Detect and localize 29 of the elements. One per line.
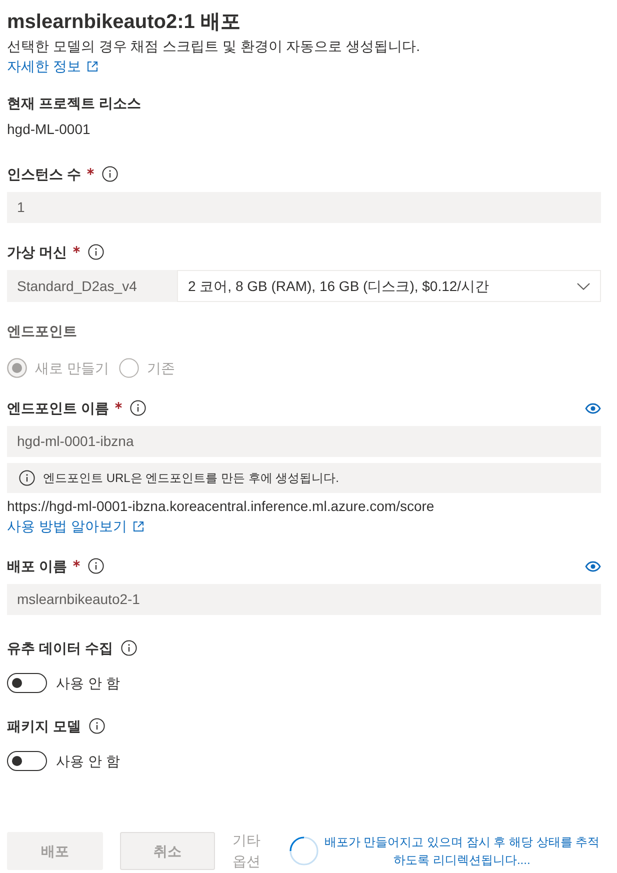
field-label: 가상 머신 [7, 243, 67, 262]
external-link-icon [86, 60, 98, 72]
field-label: 인스턴스 수 [7, 165, 81, 184]
field-label: 엔드포인트 [7, 322, 77, 341]
field-label: 패키지 모델 [7, 717, 81, 736]
external-link-icon [132, 520, 144, 532]
toggle-switch[interactable] [7, 673, 47, 693]
vm-size-field: Standard_D2as_v4 [7, 270, 177, 302]
endpoint-url-text: https://hgd-ml-0001-ibzna.koreacentral.inference.ml.azure.com/score [7, 497, 436, 516]
resource-value: hgd-ML-0001 [7, 120, 92, 139]
spinner-icon [288, 836, 319, 866]
info-icon[interactable] [19, 470, 35, 486]
field-label: 배포 이름 [7, 557, 67, 576]
vm-spec-dropdown[interactable]: 2 코어, 8 GB (RAM), 16 GB (디스크), $0.12/시간 [177, 270, 601, 302]
status-message: 배포가 만들어지고 있으며 잠시 후 해당 상태를 추적하도록 리디렉션됩니다.... [323, 834, 601, 869]
info-icon[interactable] [120, 640, 137, 656]
toggle-state-text: 사용 안 함 [56, 752, 120, 771]
field-label: 엔드포인트 이름 [7, 399, 109, 418]
toggle-state-text: 사용 안 함 [56, 674, 120, 693]
description-text: 선택한 모델의 경우 채점 스크립트 및 환경이 자동으로 생성됩니다. [7, 37, 422, 56]
field-label: 유추 데이터 수집 [7, 639, 113, 658]
notice-text: 엔드포인트 URL은 엔드포인트를 만든 후에 생성됩니다. [43, 470, 340, 487]
info-icon[interactable] [88, 244, 104, 260]
panel-title: mslearnbikeauto2:1 배포 [7, 10, 242, 35]
chevron-down-icon [577, 282, 590, 290]
learn-more-link[interactable]: 자세한 정보 [7, 56, 98, 76]
section-label: 현재 프로젝트 리소스 [7, 94, 142, 113]
info-icon[interactable] [88, 718, 105, 734]
toggle-switch[interactable] [7, 751, 47, 771]
